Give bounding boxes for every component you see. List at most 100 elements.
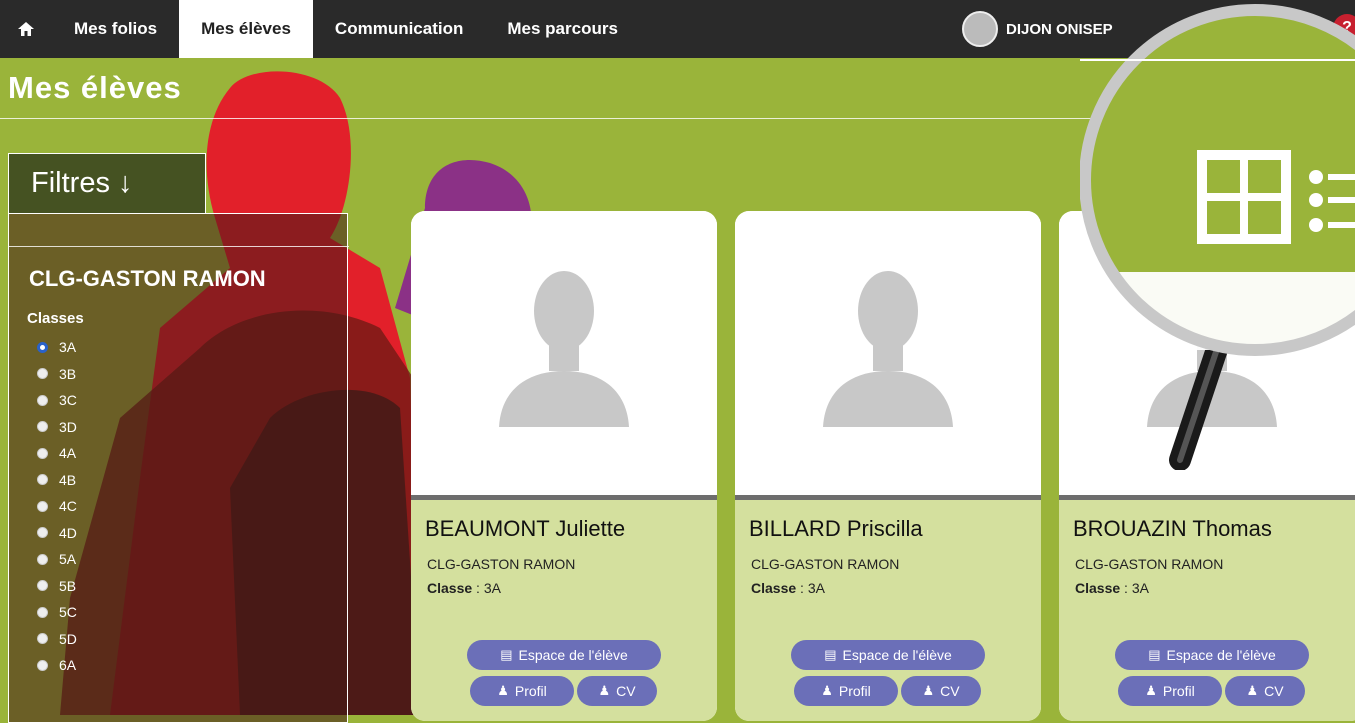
cv-label: CV	[1264, 683, 1284, 699]
profile-label: Profil	[1162, 683, 1195, 699]
home-icon	[18, 22, 34, 36]
student-name: BILLARD Priscilla	[749, 516, 923, 541]
magnifier-icon	[1080, 4, 1355, 470]
radio-icon[interactable]	[37, 606, 48, 618]
profile-label: Profil	[838, 683, 871, 699]
student-class: Classe : 3A	[427, 580, 501, 596]
class-option-4d[interactable]: 4D	[37, 520, 77, 547]
folder-icon: ▤	[1148, 647, 1161, 662]
radio-icon[interactable]	[37, 500, 48, 512]
user-placeholder-icon	[823, 271, 953, 427]
person-icon: ♟	[1145, 683, 1157, 698]
class-label: Classe	[427, 580, 473, 596]
filters-panel: CLG-GASTON RAMON Classes 3A 3B 3C 3D 4A …	[8, 213, 349, 723]
student-name: BROUAZIN Thomas	[1073, 516, 1272, 541]
class-option-3b[interactable]: 3B	[37, 361, 77, 388]
class-option-5c[interactable]: 5C	[37, 599, 77, 626]
class-list: 3A 3B 3C 3D 4A 4B 4C 4D 5A 5B 5C 5D 6A	[37, 334, 77, 679]
class-value: : 3A	[1120, 580, 1149, 596]
filters-divider	[9, 246, 349, 247]
school-name: CLG-GASTON RAMON	[29, 266, 266, 291]
class-label: 5C	[59, 604, 77, 621]
radio-icon[interactable]	[37, 447, 48, 459]
radio-icon[interactable]	[37, 368, 48, 380]
person-icon: ♟	[1246, 683, 1259, 698]
student-space-label: Espace de l'élève	[842, 647, 952, 663]
cv-label: CV	[616, 683, 636, 699]
student-card: BILLARD Priscilla CLG-GASTON RAMON Class…	[735, 211, 1041, 721]
radio-icon[interactable]	[37, 580, 48, 592]
class-label: 5D	[59, 630, 77, 647]
cv-button[interactable]: ♟ CV	[1225, 676, 1305, 706]
class-label: 3A	[59, 339, 77, 356]
folder-icon: ▤	[500, 647, 513, 662]
class-option-4b[interactable]: 4B	[37, 467, 77, 494]
student-space-label: Espace de l'élève	[518, 647, 628, 663]
profile-button[interactable]: ♟ Profil	[1118, 676, 1222, 706]
class-option-3a[interactable]: 3A	[37, 334, 77, 361]
radio-icon[interactable]	[37, 421, 48, 433]
classes-label: Classes	[27, 310, 84, 327]
nav-mes-parcours[interactable]: Mes parcours	[485, 0, 640, 58]
user-placeholder-icon	[499, 271, 629, 427]
class-option-5a[interactable]: 5A	[37, 546, 77, 573]
cv-label: CV	[940, 683, 960, 699]
class-label: 3D	[59, 418, 77, 435]
student-class: Classe : 3A	[1075, 580, 1149, 596]
class-label: 4A	[59, 445, 77, 462]
student-name: BEAUMONT Juliette	[425, 516, 626, 541]
class-label: 5B	[59, 577, 77, 594]
class-label: 4B	[59, 471, 77, 488]
profile-button[interactable]: ♟ Profil	[794, 676, 898, 706]
student-space-label: Espace de l'élève	[1166, 647, 1276, 663]
radio-icon[interactable]	[37, 474, 48, 486]
class-label: Classe	[1075, 580, 1121, 596]
class-label: 4C	[59, 498, 77, 515]
card-body: BEAUMONT Juliette CLG-GASTON RAMON Class…	[411, 500, 717, 721]
class-label: 3B	[59, 365, 77, 382]
student-photo	[735, 211, 1041, 495]
page-title: Mes élèves	[8, 70, 182, 105]
class-option-4a[interactable]: 4A	[37, 440, 77, 467]
class-label: Classe	[751, 580, 797, 596]
student-class: Classe : 3A	[751, 580, 825, 596]
radio-icon[interactable]	[37, 341, 48, 353]
class-value: : 3A	[472, 580, 501, 596]
card-body: BROUAZIN Thomas CLG-GASTON RAMON Classe …	[1059, 500, 1355, 721]
filters-toggle[interactable]: Filtres ↓	[8, 153, 206, 213]
radio-icon[interactable]	[37, 394, 48, 406]
class-option-3d[interactable]: 3D	[37, 414, 77, 441]
radio-icon[interactable]	[37, 659, 48, 671]
radio-icon[interactable]	[37, 553, 48, 565]
class-label: 5A	[59, 551, 77, 568]
folder-icon: ▤	[824, 647, 837, 662]
student-space-button[interactable]: ▤ Espace de l'élève	[467, 640, 661, 670]
radio-icon[interactable]	[37, 527, 48, 539]
class-option-5d[interactable]: 5D	[37, 626, 77, 653]
student-card: BEAUMONT Juliette CLG-GASTON RAMON Class…	[411, 211, 717, 721]
nav-mes-folios[interactable]: Mes folios	[52, 0, 179, 58]
cv-button[interactable]: ♟ CV	[577, 676, 657, 706]
student-space-button[interactable]: ▤ Espace de l'élève	[791, 640, 985, 670]
person-icon: ♟	[922, 683, 935, 698]
class-option-4c[interactable]: 4C	[37, 493, 77, 520]
nav-mes-eleves[interactable]: Mes élèves	[179, 0, 313, 58]
profile-label: Profil	[514, 683, 547, 699]
radio-icon[interactable]	[37, 633, 48, 645]
class-value: : 3A	[796, 580, 825, 596]
student-space-button[interactable]: ▤ Espace de l'élève	[1115, 640, 1309, 670]
class-option-5b[interactable]: 5B	[37, 573, 77, 600]
student-school: CLG-GASTON RAMON	[427, 556, 576, 572]
student-school: CLG-GASTON RAMON	[1075, 556, 1224, 572]
nav-communication[interactable]: Communication	[313, 0, 485, 58]
home-button[interactable]	[0, 0, 52, 58]
profile-button[interactable]: ♟ Profil	[470, 676, 574, 706]
person-icon: ♟	[497, 683, 509, 698]
cv-button[interactable]: ♟ CV	[901, 676, 981, 706]
student-photo	[411, 211, 717, 495]
class-option-6a[interactable]: 6A	[37, 652, 77, 679]
class-option-3c[interactable]: 3C	[37, 387, 77, 414]
class-label: 6A	[59, 657, 77, 674]
avatar	[962, 11, 998, 47]
student-school: CLG-GASTON RAMON	[751, 556, 900, 572]
